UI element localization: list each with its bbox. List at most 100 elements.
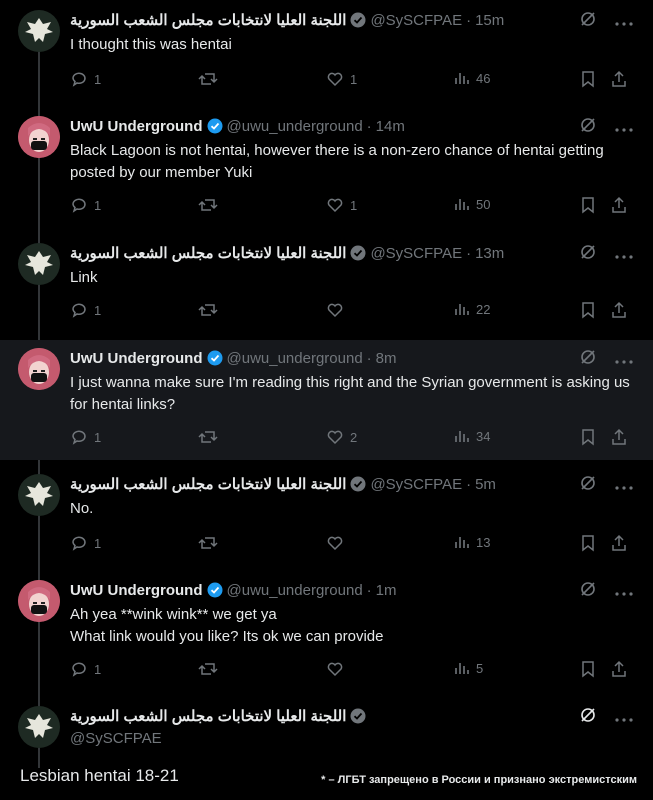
share-button[interactable] [610,534,634,552]
reply-button[interactable]: 1 [70,428,101,446]
like-count: 1 [350,71,358,87]
timestamp[interactable]: 8m [376,350,397,367]
like-button[interactable] [326,660,350,678]
grok-icon[interactable] [579,348,597,371]
avatar[interactable] [18,474,60,516]
bookmark-button[interactable] [580,70,602,88]
views-count: 46 [476,70,491,86]
timestamp[interactable]: 5m [475,476,496,493]
grok-icon[interactable] [579,706,597,729]
tweet[interactable]: UwU Underground @uwu_underground · 14m B… [0,116,653,216]
handle[interactable]: @SySCFPAE [370,12,462,29]
tweet[interactable]: اللجنة العليا لانتخابات مجلس الشعب السور… [0,474,653,554]
separator-dot: · [366,349,372,367]
tweet[interactable]: اللجنة العليا لانتخابات مجلس الشعب السور… [0,243,653,323]
views-button[interactable]: 5 [454,660,483,676]
retweet-button[interactable] [198,534,224,552]
timestamp[interactable]: 13m [475,245,504,262]
views-button[interactable]: 34 [454,428,490,444]
handle[interactable]: @uwu_underground [227,118,363,135]
retweet-button[interactable] [198,428,224,446]
separator-dot: · [466,475,472,493]
avatar[interactable] [18,10,60,52]
more-icon[interactable] [615,246,633,264]
reply-button[interactable]: 1 [70,301,101,319]
separator-dot: · [466,11,472,29]
more-icon[interactable] [615,583,633,601]
display-name[interactable]: اللجنة العليا لانتخابات مجلس الشعب السور… [70,707,346,725]
reply-button[interactable]: 1 [70,660,101,678]
reply-count: 1 [94,535,102,551]
views-button[interactable]: 13 [454,534,490,550]
tweet-text: Black Lagoon is not hentai, however ther… [70,142,604,181]
tweet-text-line: What link would you like? Its ok we can … [70,628,384,645]
avatar[interactable] [18,116,60,158]
views-button[interactable]: 50 [454,196,490,212]
grok-icon[interactable] [579,243,597,266]
tweet-text: Ah yea **wink wink** we get ya What link… [70,604,630,648]
display-name[interactable]: اللجنة العليا لانتخابات مجلس الشعب السور… [70,475,346,493]
bookmark-button[interactable] [580,301,602,319]
bookmark-button[interactable] [580,534,602,552]
more-icon[interactable] [615,13,633,31]
handle[interactable]: @SySCFPAE [70,730,162,747]
share-button[interactable] [610,428,634,446]
like-button[interactable]: 2 [326,428,357,446]
reply-count: 1 [94,302,102,318]
like-button[interactable]: 1 [326,196,357,214]
display-name[interactable]: UwU Underground [70,118,203,135]
like-button[interactable] [326,534,350,552]
display-name[interactable]: اللجنة العليا لانتخابات مجلس الشعب السور… [70,244,346,262]
reply-button[interactable]: 1 [70,70,101,88]
grok-icon[interactable] [579,474,597,497]
bookmark-button[interactable] [580,196,602,214]
reply-button[interactable]: 1 [70,534,101,552]
views-button[interactable]: 22 [454,301,490,317]
display-name[interactable]: UwU Underground [70,350,203,367]
grok-icon[interactable] [579,10,597,33]
more-icon[interactable] [615,351,633,369]
reply-count: 1 [94,71,102,87]
share-button[interactable] [610,70,634,88]
display-name[interactable]: UwU Underground [70,582,203,599]
avatar[interactable] [18,243,60,285]
tweet[interactable]: اللجنة العليا لانتخابات مجلس الشعب السور… [0,706,653,750]
share-button[interactable] [610,301,634,319]
tweet[interactable]: UwU Underground @uwu_underground · 8m I … [0,340,653,460]
like-button[interactable] [326,301,350,319]
like-button[interactable]: 1 [326,70,357,88]
tweet-text: I thought this was hentai [70,36,232,53]
reply-button[interactable]: 1 [70,196,101,214]
more-icon[interactable] [615,709,633,727]
avatar[interactable] [18,580,60,622]
handle[interactable]: @uwu_underground [227,350,363,367]
tweet[interactable]: UwU Underground @uwu_underground · 1m Ah… [0,580,653,680]
timestamp[interactable]: 1m [376,582,397,599]
handle[interactable]: @uwu_underground [227,582,363,599]
bookmark-button[interactable] [580,660,602,678]
verified-badge-icon [350,245,366,261]
retweet-button[interactable] [198,196,224,214]
grok-icon[interactable] [579,580,597,603]
more-icon[interactable] [615,119,633,137]
tweet[interactable]: اللجنة العليا لانتخابات مجلس الشعب السور… [0,10,653,100]
timestamp[interactable]: 15m [475,12,504,29]
avatar[interactable] [18,348,60,390]
timestamp[interactable]: 14m [376,118,405,135]
display-name[interactable]: اللجنة العليا لانتخابات مجلس الشعب السور… [70,11,346,29]
retweet-button[interactable] [198,301,224,319]
views-button[interactable]: 46 [454,70,490,86]
handle[interactable]: @SySCFPAE [370,245,462,262]
avatar[interactable] [18,706,60,748]
grok-icon[interactable] [579,116,597,139]
more-icon[interactable] [615,477,633,495]
tweet-text-line: Ah yea **wink wink** we get ya [70,606,277,623]
handle[interactable]: @SySCFPAE [370,476,462,493]
retweet-button[interactable] [198,660,224,678]
caption-text: Lesbian hentai 18-21 [20,766,179,785]
verified-badge-icon [207,350,223,366]
share-button[interactable] [610,196,634,214]
retweet-button[interactable] [198,70,224,88]
bookmark-button[interactable] [580,428,602,446]
share-button[interactable] [610,660,634,678]
